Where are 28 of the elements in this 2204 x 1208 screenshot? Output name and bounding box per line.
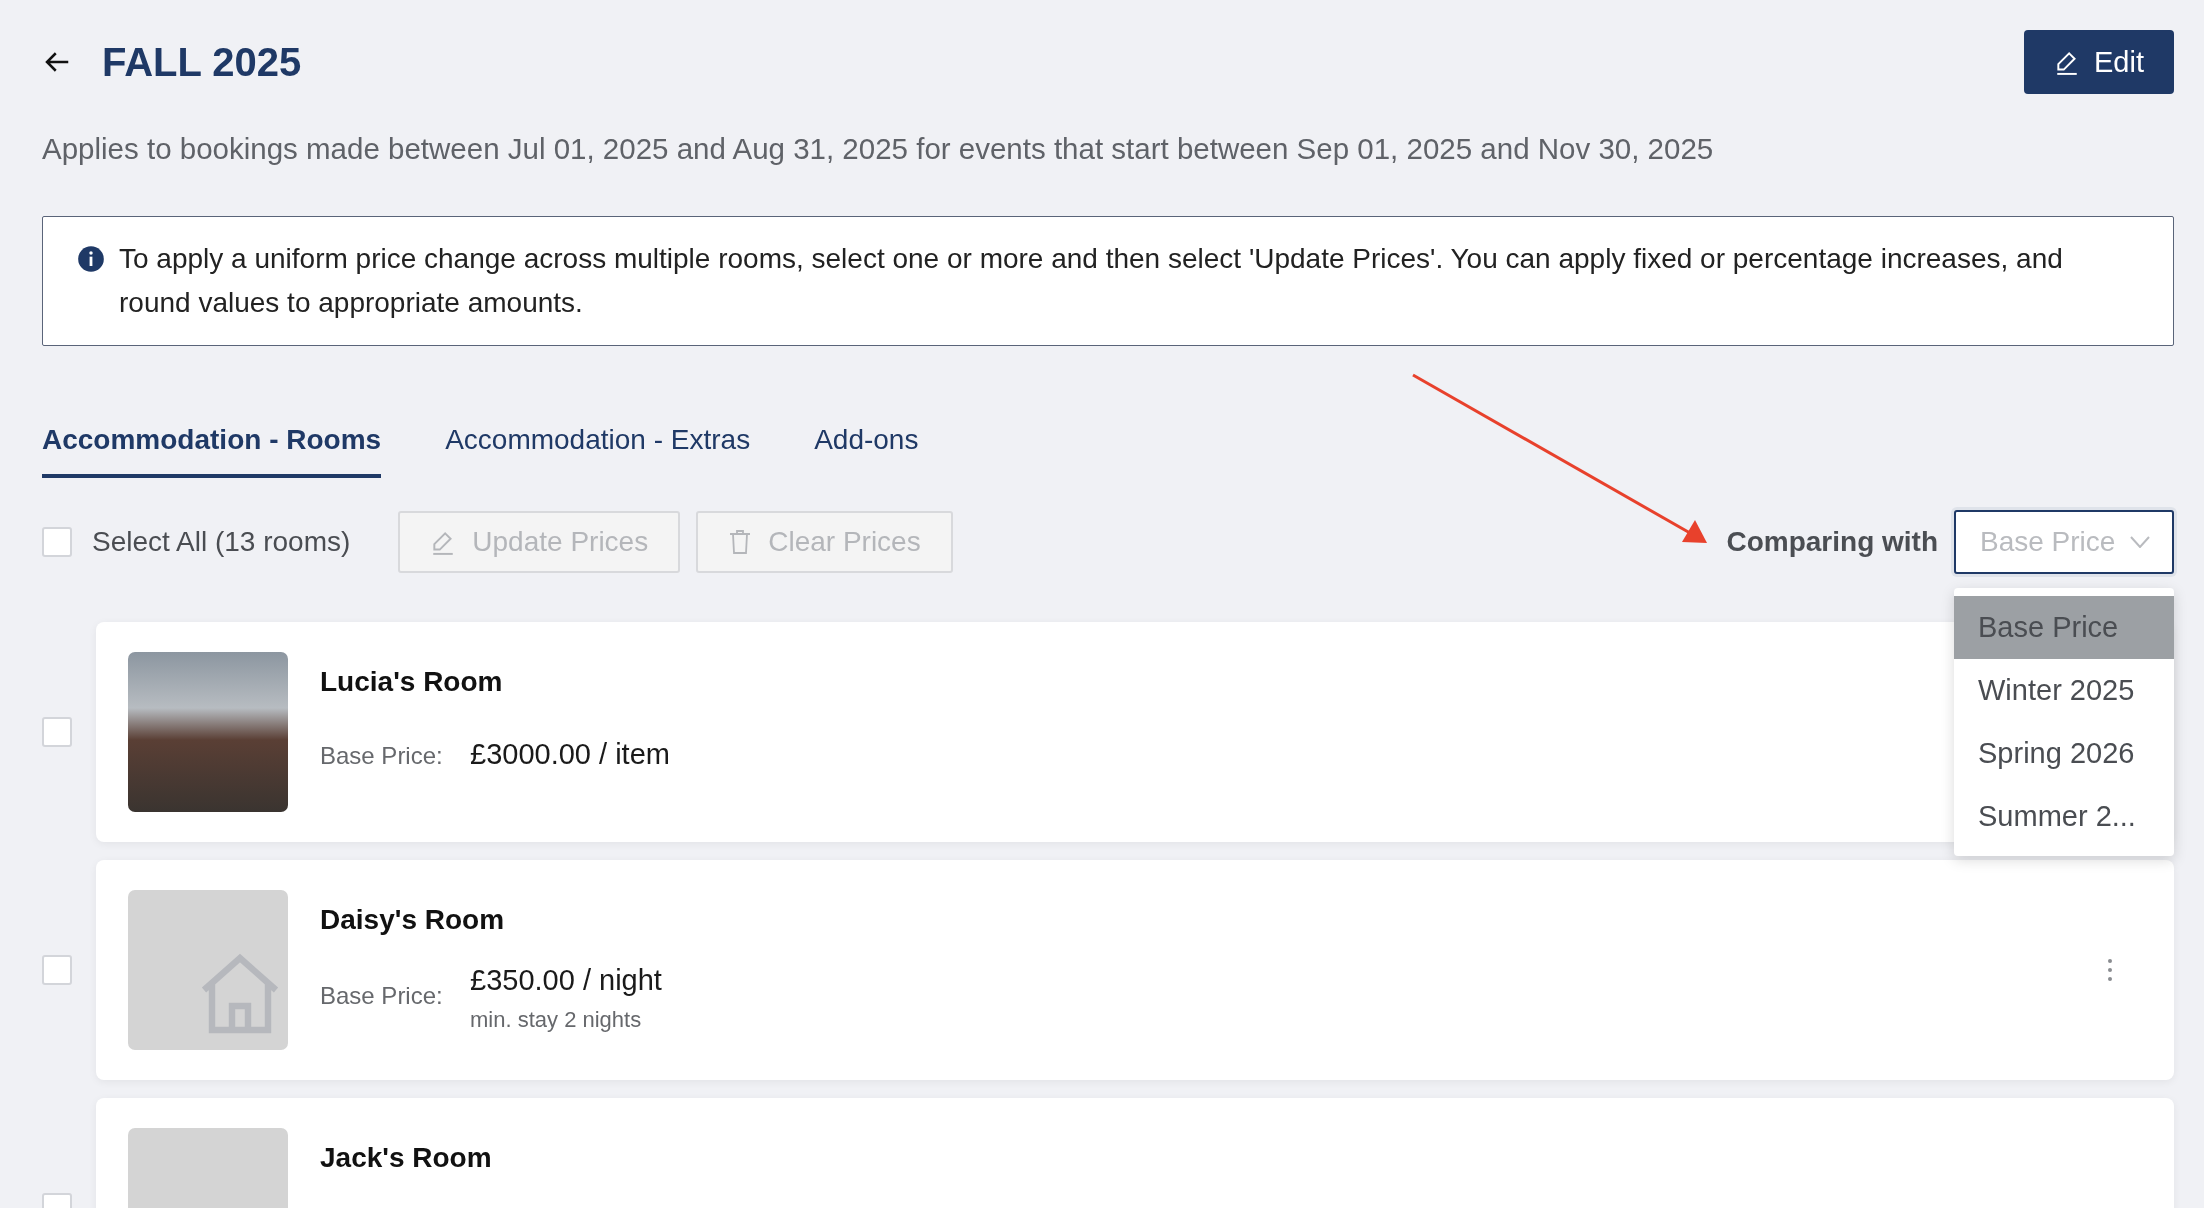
info-icon — [77, 245, 105, 273]
kebab-icon — [2108, 959, 2112, 981]
tab[interactable]: Accommodation - Extras — [445, 410, 751, 478]
chevron-down-icon — [2130, 536, 2150, 548]
room-checkbox[interactable] — [42, 717, 72, 747]
page-title: FALL 2025 — [102, 39, 302, 85]
dropdown-option[interactable]: Spring 2026 — [1954, 722, 2174, 785]
room-name: Daisy's Room — [320, 904, 505, 936]
room-checkbox[interactable] — [42, 955, 72, 985]
price-label: Base Price: — [320, 982, 444, 1010]
price-value: £350.00 / night — [470, 964, 662, 997]
select-all-label: Select All (13 rooms) — [92, 526, 351, 558]
select-all-checkbox[interactable] — [42, 527, 72, 557]
dropdown-option[interactable]: Winter 2025 — [1954, 659, 2174, 722]
date-range-text: Applies to bookings made between Jul 01, 2025 and Aug 31, 2025 for events that start between Sep 01, 2025 and Nov 30, 2025 — [42, 132, 1715, 166]
pencil-icon — [2054, 49, 2080, 75]
info-text: To apply a uniform price change across multiple rooms, select one or more and then select 'Update Prices'. You can apply fixed or percentage increases, and round values to appropriate amounts. — [119, 242, 2064, 320]
edit-button[interactable]: Edit — [2024, 30, 2174, 94]
room-name: Lucia's Room — [320, 666, 503, 698]
dropdown-option[interactable]: Summer 2... — [1954, 785, 2174, 848]
comparing-label: Comparing with — [1726, 526, 1938, 558]
trash-icon — [728, 529, 753, 555]
room-name: Jack's Room — [320, 1142, 492, 1174]
price-value: £3000.00 / item — [470, 738, 670, 771]
min-stay-note: min. stay 2 nights — [470, 1007, 643, 1033]
tab[interactable]: Add-ons — [814, 410, 919, 478]
price-label: Base Price: — [320, 742, 444, 770]
tab[interactable]: Accommodation - Rooms — [42, 410, 382, 478]
